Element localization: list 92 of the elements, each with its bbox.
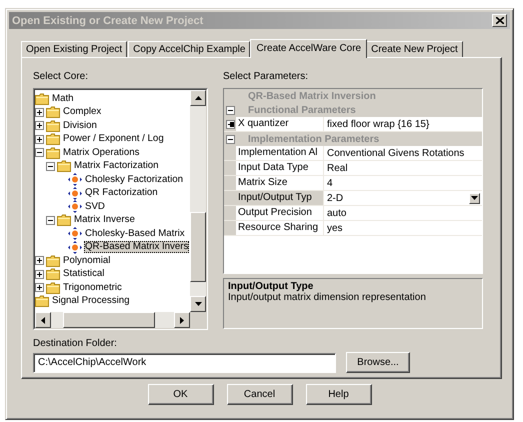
close-icon: [496, 17, 504, 24]
property-name[interactable]: X quantizer: [236, 117, 324, 131]
tree-item[interactable]: Division: [62, 120, 98, 132]
left-arrow-icon: [41, 316, 45, 324]
tree-item[interactable]: QR Factorization: [84, 187, 159, 200]
scroll-thumb[interactable]: [63, 312, 155, 328]
collapse-icon[interactable]: [226, 106, 234, 114]
property-value[interactable]: fixed floor wrap {16 15}: [327, 118, 430, 130]
core-icon: [68, 200, 82, 214]
tree-item[interactable]: Polynomial: [62, 254, 112, 267]
dialog-button[interactable]: Help: [306, 384, 372, 405]
folder-icon: [46, 268, 60, 280]
up-arrow-icon: [194, 96, 202, 100]
folder-icon: [46, 146, 60, 159]
collapse-icon[interactable]: [226, 134, 234, 144]
scroll-up-button[interactable]: [190, 90, 206, 106]
horizontal-scrollbar[interactable]: [35, 312, 190, 328]
tree-item[interactable]: Matrix Operations: [62, 146, 140, 159]
expand-icon[interactable]: [35, 256, 44, 266]
scroll-right-button[interactable]: [174, 312, 190, 328]
folder-icon: [46, 254, 60, 267]
tree-item[interactable]: Cholesky Factorization: [84, 174, 184, 186]
tree-item[interactable]: Matrix Inverse: [73, 214, 136, 226]
scroll-left-button[interactable]: [35, 312, 51, 328]
expand-icon[interactable]: [226, 120, 234, 128]
scroll-thumb[interactable]: [190, 212, 206, 282]
property-name[interactable]: Output Precision: [236, 206, 324, 220]
tree-item[interactable]: Matrix Factorization: [73, 160, 160, 172]
tree-item[interactable]: QR-Based Matrix Invers: [84, 241, 190, 254]
collapse-icon[interactable]: [46, 162, 54, 171]
folder-icon: [46, 282, 60, 294]
folder-icon: [46, 133, 60, 146]
tree-item[interactable]: Trigonometric: [62, 282, 123, 294]
core-icon: [68, 186, 82, 200]
window-title: Open Existing or Create New Project: [12, 14, 204, 26]
folder-icon: [35, 295, 49, 308]
close-button[interactable]: [492, 14, 507, 27]
folder-icon: [46, 106, 60, 118]
property-name[interactable]: Input Data Type: [236, 161, 324, 175]
collapse-icon[interactable]: [35, 148, 44, 158]
section-label: Select Parameters:: [223, 71, 310, 84]
scroll-down-button[interactable]: [190, 296, 206, 312]
core-icon: [68, 240, 82, 254]
tree-item[interactable]: Math: [51, 92, 75, 105]
folder-icon: [57, 214, 71, 226]
tree-item[interactable]: Statistical: [62, 268, 106, 280]
tree-item[interactable]: Complex: [62, 106, 102, 118]
down-arrow-icon: [194, 302, 202, 306]
property-name[interactable]: Implementation Al: [236, 146, 324, 160]
tree-item[interactable]: Cholesky-Based Matrix: [84, 228, 186, 240]
expand-icon[interactable]: [35, 283, 44, 292]
folder-icon: [57, 160, 71, 172]
tree-item[interactable]: Signal Processing: [51, 295, 131, 308]
right-arrow-icon: [180, 316, 184, 324]
expand-icon[interactable]: [35, 108, 44, 117]
expand-icon[interactable]: [35, 270, 44, 279]
property-name[interactable]: Matrix Size: [236, 176, 324, 190]
description-text: Input/output matrix dimension representation: [228, 292, 426, 303]
dropdown-button[interactable]: [469, 192, 480, 204]
expand-icon[interactable]: [35, 121, 44, 130]
core-icon: [68, 173, 82, 186]
category-header: Implementation Parameters: [247, 134, 380, 144]
caret-icon: [471, 196, 478, 200]
description-title: Input/Output Type: [228, 281, 314, 292]
property-value[interactable]: Conventional Givens Rotations: [327, 148, 464, 158]
dialog-button[interactable]: Cancel: [226, 384, 292, 405]
destination-field[interactable]: C:\AccelChip\AccelWork: [33, 352, 336, 372]
tab[interactable]: Open Existing Project: [21, 41, 128, 57]
dialog-button[interactable]: OK: [148, 384, 214, 405]
folder-icon: [46, 120, 60, 132]
section-label: Select Core:: [33, 71, 90, 84]
tab[interactable]: Create AccelWare Core: [250, 39, 368, 58]
browse-button[interactable]: Browse...: [346, 352, 410, 373]
property-value[interactable]: 4: [327, 178, 333, 188]
property-value[interactable]: 2-D: [327, 192, 344, 204]
tab[interactable]: Create New Project: [366, 41, 463, 57]
vertical-scrollbar[interactable]: [190, 90, 206, 312]
scrollbar-corner: [190, 312, 206, 328]
core-icon: [68, 227, 82, 240]
property-value[interactable]: auto: [327, 208, 346, 218]
tree-item[interactable]: Power / Exponent / Log: [62, 133, 165, 146]
folder-icon: [35, 92, 49, 105]
tree-item[interactable]: SVD: [84, 200, 106, 213]
field-label: Destination Folder:: [33, 338, 118, 351]
core-title: QR-Based Matrix Inversion: [247, 90, 376, 102]
property-name[interactable]: Input/Output Typ: [236, 191, 324, 205]
property-value[interactable]: Real: [327, 162, 348, 174]
category-header: Functional Parameters: [247, 104, 356, 116]
expand-icon[interactable]: [35, 134, 44, 144]
property-name[interactable]: Resource Sharing: [236, 221, 324, 235]
collapse-icon[interactable]: [46, 216, 54, 225]
property-value[interactable]: yes: [327, 222, 343, 234]
